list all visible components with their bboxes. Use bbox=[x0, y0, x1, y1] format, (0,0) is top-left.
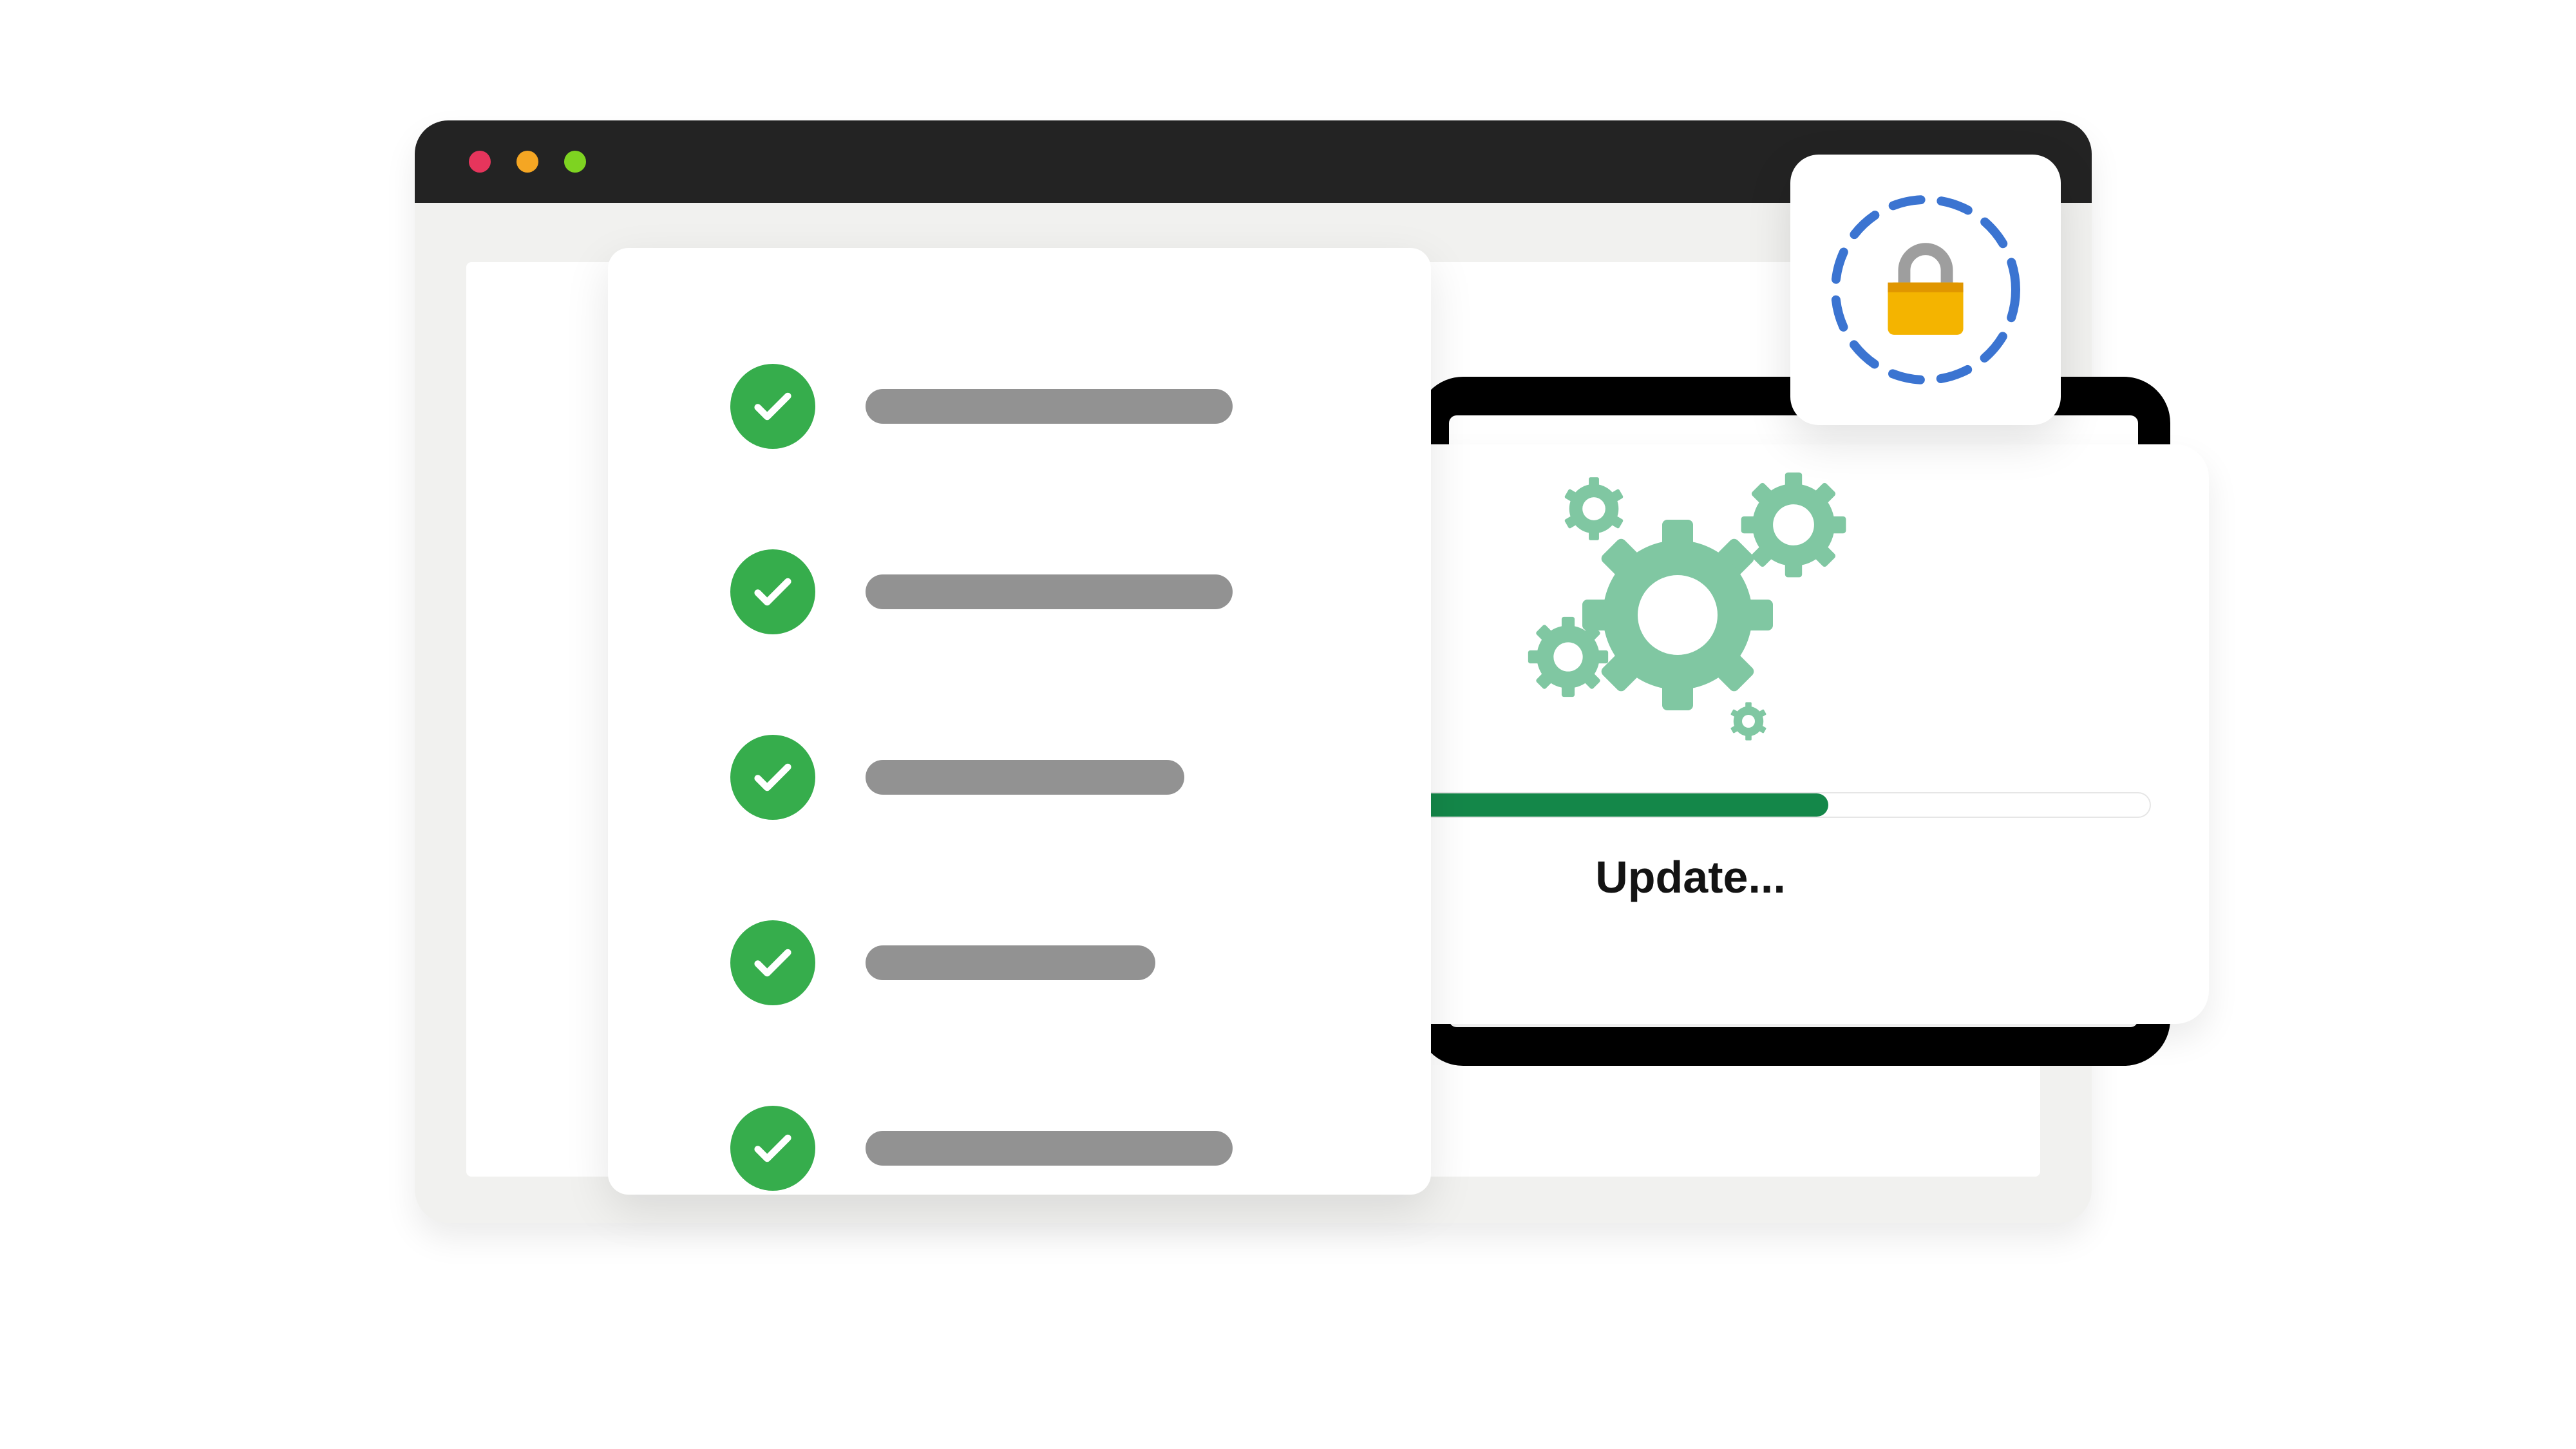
checklist-card bbox=[608, 248, 1431, 1195]
checklist-item bbox=[730, 364, 1321, 449]
window-minimize-button[interactable] bbox=[516, 151, 538, 173]
checklist-item-text-placeholder bbox=[866, 945, 1155, 980]
checkmark-icon bbox=[730, 1106, 815, 1191]
checklist-item-text-placeholder bbox=[866, 760, 1184, 795]
checkmark-icon bbox=[730, 920, 815, 1005]
checklist-item-text-placeholder bbox=[866, 1131, 1233, 1166]
checklist-item-text-placeholder bbox=[866, 574, 1233, 609]
checklist-item bbox=[730, 735, 1321, 820]
checklist-item bbox=[730, 549, 1321, 634]
window-close-button[interactable] bbox=[469, 151, 491, 173]
checkmark-icon bbox=[730, 735, 815, 820]
security-lock-badge bbox=[1790, 155, 2061, 425]
checklist-item bbox=[730, 920, 1321, 1005]
checkmark-icon bbox=[730, 364, 815, 449]
window-maximize-button[interactable] bbox=[564, 151, 586, 173]
checklist-item bbox=[730, 1106, 1321, 1191]
dashed-ring-icon bbox=[1829, 193, 2022, 386]
checklist-item-text-placeholder bbox=[866, 389, 1233, 424]
checkmark-icon bbox=[730, 549, 815, 634]
